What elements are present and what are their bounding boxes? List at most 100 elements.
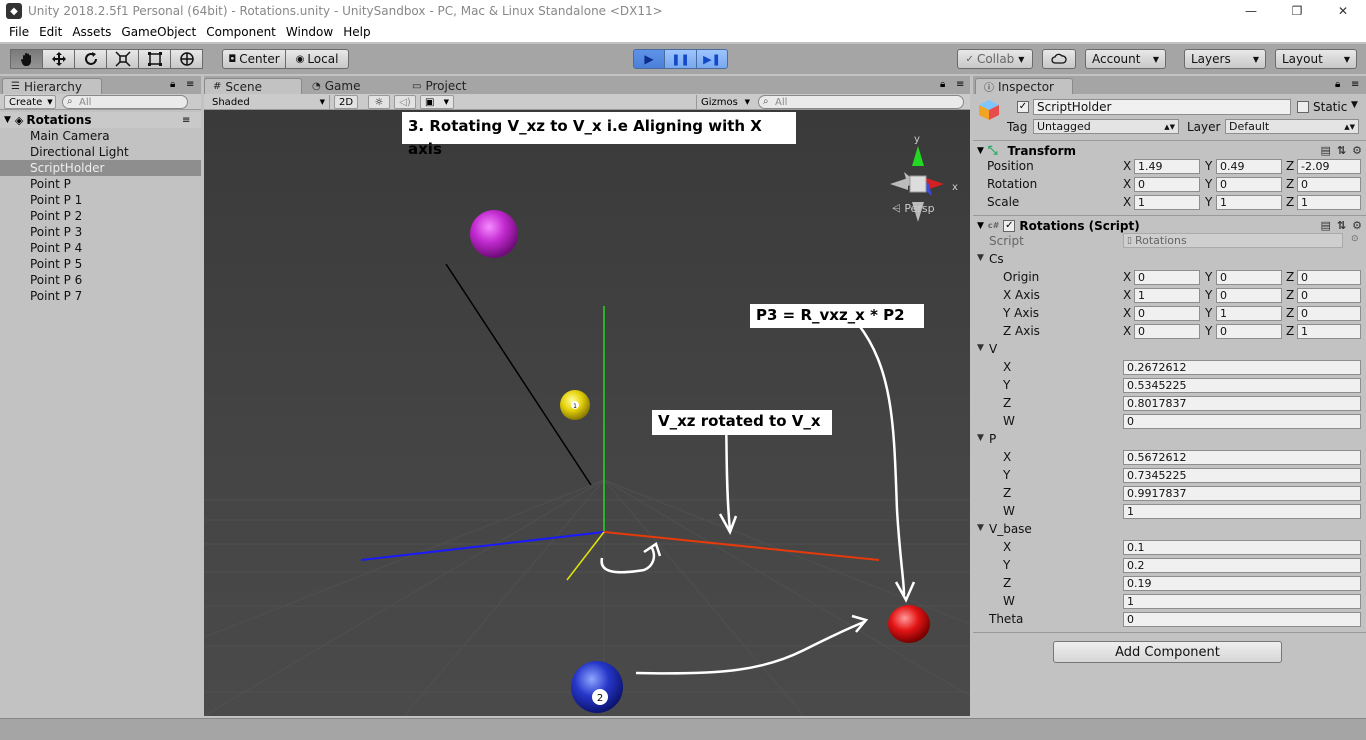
collab-dropdown[interactable]: ✓ Collab ▼ [957,49,1033,69]
2d-toggle-button[interactable]: 2D [334,95,358,109]
help-book-icon[interactable]: ▤ [1321,144,1331,157]
minimize-button[interactable]: — [1228,0,1274,22]
maximize-button[interactable]: ❐ [1274,0,1320,22]
vbase-x-field[interactable]: 0.1 [1123,540,1361,555]
rect-tool-button[interactable] [138,49,171,69]
foldout-expanded-icon[interactable]: ▼ [977,146,984,156]
pause-button[interactable]: ❚❚ [664,49,697,69]
rotate-tool-button[interactable] [74,49,107,69]
p-x-field[interactable]: 0.5672612 [1123,450,1361,465]
position-x-field[interactable]: 1.49 [1134,159,1200,174]
hierarchy-item-point-p-5[interactable]: Point P 5 [0,256,201,272]
space-local-toggle[interactable]: ◉ Local [285,49,349,69]
object-name-field[interactable]: ScriptHolder [1033,99,1291,115]
v-y-field[interactable]: 0.5345225 [1123,378,1361,393]
hierarchy-item-main-camera[interactable]: Main Camera [0,128,201,144]
tab-scene[interactable]: # Scene [204,78,302,94]
cs-yaxis-x-field[interactable]: 0 [1134,306,1200,321]
close-button[interactable]: ✕ [1320,0,1366,22]
projection-toggle[interactable]: ⩤ Persp [892,202,935,216]
panel-menu-icon[interactable]: ≡ [186,79,194,90]
layer-dropdown[interactable]: Default ▲▼ [1225,119,1359,134]
pivot-center-toggle[interactable]: ◘ Center [222,49,286,69]
transform-tool-button[interactable] [170,49,203,69]
vbase-y-field[interactable]: 0.2 [1123,558,1361,573]
scene-audio-toggle[interactable]: ◁) [394,95,416,109]
rotation-z-field[interactable]: 0 [1297,177,1361,192]
scene-viewport[interactable]: 1 2 y x ⩤ Persp 3. Rotating V_xz to V_x … [204,110,970,716]
hierarchy-item-point-p-2[interactable]: Point P 2 [0,208,201,224]
lock-icon[interactable]: 🔒︎ [170,79,175,90]
hierarchy-item-point-p-3[interactable]: Point P 3 [0,224,201,240]
cs-xaxis-y-field[interactable]: 0 [1216,288,1282,303]
panel-menu-icon[interactable]: ≡ [956,79,964,90]
cs-zaxis-y-field[interactable]: 0 [1216,324,1282,339]
theta-field[interactable]: 0 [1123,612,1361,627]
hierarchy-item-point-p-7[interactable]: Point P 7 [0,288,201,304]
hierarchy-item-point-p[interactable]: Point P [0,176,201,192]
create-dropdown[interactable]: Create ▼ [4,95,56,109]
menu-help[interactable]: Help [338,25,375,39]
menu-edit[interactable]: Edit [34,25,67,39]
rotation-y-field[interactable]: 0 [1216,177,1282,192]
account-dropdown[interactable]: Account ▼ [1085,49,1166,69]
p-w-field[interactable]: 1 [1123,504,1361,519]
scale-z-field[interactable]: 1 [1297,195,1361,210]
vbase-w-field[interactable]: 1 [1123,594,1361,609]
gizmos-dropdown[interactable]: Gizmos ▼ [696,95,754,109]
v-w-field[interactable]: 0 [1123,414,1361,429]
step-button[interactable]: ▶❚ [696,49,728,69]
scale-x-field[interactable]: 1 [1134,195,1200,210]
position-z-field[interactable]: -2.09 [1297,159,1361,174]
position-y-field[interactable]: 0.49 [1216,159,1282,174]
active-checkbox[interactable]: ✓ [1017,101,1029,113]
hierarchy-search-input[interactable]: ⌕ All [62,95,188,109]
cs-origin-z-field[interactable]: 0 [1297,270,1361,285]
shading-mode-dropdown[interactable]: Shaded ▼ [208,95,330,109]
cloud-services-button[interactable] [1042,49,1076,69]
add-component-button[interactable]: Add Component [1053,641,1282,663]
menu-component[interactable]: Component [201,25,281,39]
layers-dropdown[interactable]: Layers ▼ [1184,49,1266,69]
tag-dropdown[interactable]: Untagged ▲▼ [1033,119,1179,134]
cs-zaxis-x-field[interactable]: 0 [1134,324,1200,339]
panel-menu-icon[interactable]: ≡ [1351,79,1359,90]
rotation-x-field[interactable]: 0 [1134,177,1200,192]
menu-assets[interactable]: Assets [67,25,116,39]
cs-origin-x-field[interactable]: 0 [1134,270,1200,285]
tab-project[interactable]: ▭ Project [404,78,500,94]
scale-y-field[interactable]: 1 [1216,195,1282,210]
cs-zaxis-z-field[interactable]: 1 [1297,324,1361,339]
cs-xaxis-z-field[interactable]: 0 [1297,288,1361,303]
vbase-z-field[interactable]: 0.19 [1123,576,1361,591]
foldout-expanded-icon[interactable]: ▼ [977,343,984,353]
static-checkbox[interactable] [1297,101,1309,113]
cs-xaxis-x-field[interactable]: 1 [1134,288,1200,303]
cs-yaxis-y-field[interactable]: 1 [1216,306,1282,321]
hierarchy-item-directional-light[interactable]: Directional Light [0,144,201,160]
foldout-expanded-icon[interactable]: ▼ [977,433,984,443]
scene-effects-dropdown[interactable]: ▣ ▼ [420,95,454,109]
foldout-expanded-icon[interactable]: ▼ [977,221,984,231]
chevron-down-icon[interactable]: ▼ [1351,100,1358,110]
menu-window[interactable]: Window [281,25,338,39]
v-z-field[interactable]: 0.8017837 [1123,396,1361,411]
scene-search-input[interactable]: ⌕ All [758,95,964,109]
hierarchy-scene-root[interactable]: ▼ ◈ Rotations ≡ [0,112,201,128]
hierarchy-item-scriptholder[interactable]: ScriptHolder [0,160,201,176]
lock-icon[interactable]: 🔒︎ [940,79,945,90]
p-z-field[interactable]: 0.9917837 [1123,486,1361,501]
rotations-script-header[interactable]: ▼ c# ✓ Rotations (Script) ▤ ⇅ ⚙ [973,215,1366,235]
move-tool-button[interactable] [42,49,75,69]
presets-icon[interactable]: ⇅ [1337,144,1346,157]
object-picker-icon[interactable]: ⊙ [1351,234,1359,244]
scene-menu-icon[interactable]: ≡ [182,115,190,126]
help-book-icon[interactable]: ▤ [1321,219,1331,232]
hierarchy-item-point-p-4[interactable]: Point P 4 [0,240,201,256]
hand-tool-button[interactable] [10,49,43,69]
hierarchy-item-point-p-1[interactable]: Point P 1 [0,192,201,208]
v-x-field[interactable]: 0.2672612 [1123,360,1361,375]
layout-dropdown[interactable]: Layout ▼ [1275,49,1357,69]
menu-file[interactable]: File [4,25,34,39]
foldout-expanded-icon[interactable]: ▼ [977,523,984,533]
